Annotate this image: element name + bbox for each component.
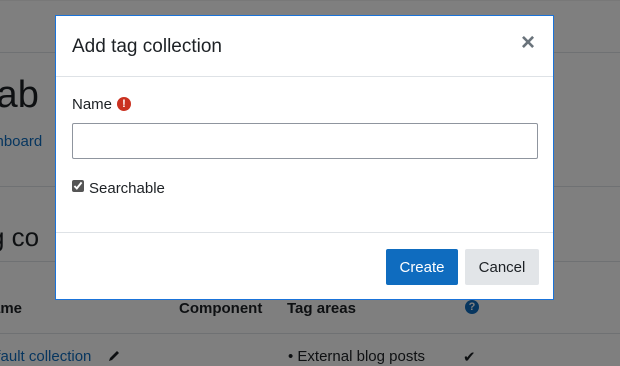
cancel-button[interactable]: Cancel bbox=[465, 249, 539, 285]
modal-header: Add tag collection × bbox=[56, 16, 553, 77]
add-tag-collection-dialog: Add tag collection × Name ! Searchable C… bbox=[55, 15, 554, 300]
name-label: Name bbox=[72, 96, 113, 113]
close-icon[interactable]: × bbox=[517, 30, 539, 56]
searchable-label: Searchable bbox=[89, 180, 165, 197]
modal-body: Name ! Searchable bbox=[56, 77, 553, 232]
name-input[interactable] bbox=[72, 123, 538, 159]
modal-title: Add tag collection bbox=[72, 36, 222, 57]
required-icon: ! bbox=[117, 97, 131, 111]
create-button[interactable]: Create bbox=[386, 249, 458, 285]
modal-footer: Create Cancel bbox=[56, 232, 553, 301]
searchable-checkbox[interactable] bbox=[72, 180, 84, 192]
